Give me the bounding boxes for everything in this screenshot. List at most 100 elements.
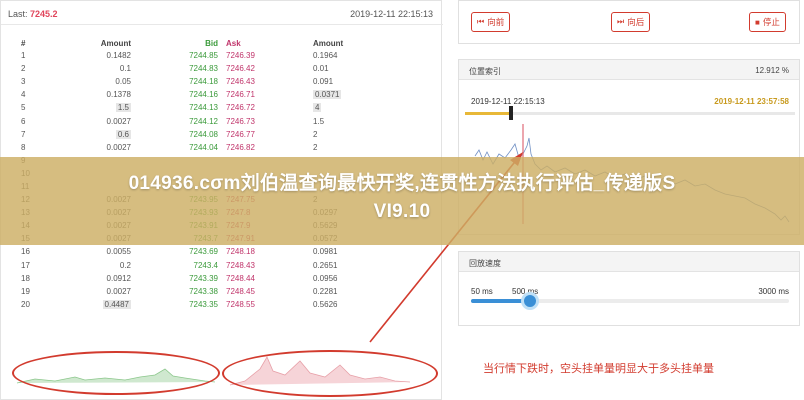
row-index: 4: [11, 88, 41, 101]
bid-amount-value: 0.4487: [102, 299, 131, 309]
stop-button[interactable]: ■ 停止: [749, 12, 786, 32]
bid-amount-value: 0.0027: [106, 142, 131, 152]
ask-amount-value: 0.01: [313, 64, 329, 74]
bid-price: 7244.83: [133, 62, 221, 75]
ask-price: 7248.18: [221, 245, 291, 258]
ask-amount: 0.091: [291, 75, 363, 88]
row-index-value: 19: [21, 286, 30, 296]
bid-price: 7244.16: [133, 88, 221, 101]
orderbook-row: 19 0.0027 7243.38 7248.45 0.2281: [11, 285, 363, 298]
row-index: 19: [11, 285, 41, 298]
ask-price-value: 7248.45: [226, 286, 255, 296]
position-handle[interactable]: [509, 106, 513, 120]
ask-amount: 0.2281: [291, 285, 363, 298]
ask-price: 7246.73: [221, 114, 291, 127]
bid-price-value: 7243.38: [189, 286, 218, 296]
prev-button[interactable]: ⏮ 向前: [471, 12, 511, 32]
ask-amount-value: 0.0981: [313, 247, 338, 257]
annotation-caption: 当行情下跌时，空头挂单量明显大于多头挂单量: [483, 363, 714, 375]
orderbook-header-row: # Amount Bid Ask Amount: [11, 37, 363, 49]
row-index: 20: [11, 298, 41, 311]
app-root: Last: 7245.2 2019-12-11 22:15:13 # Amoun…: [0, 0, 804, 400]
ask-price-value: 7248.44: [226, 273, 255, 283]
col-bid-amount: Amount: [100, 38, 131, 48]
bid-amount-value: 0.0055: [106, 247, 131, 257]
ask-amount: 0.01: [291, 62, 363, 75]
col-ask-amount: Amount: [313, 38, 344, 48]
orderbook-row: 20 0.4487 7243.35 7248.55 0.5626: [11, 298, 363, 311]
ask-amount: 0.0956: [291, 272, 363, 285]
ask-amount-value: 2: [313, 129, 318, 139]
orderbook-row: 1 0.1482 7244.85 7246.39 0.1964: [11, 49, 363, 62]
bid-amount: 0.0027: [41, 141, 133, 154]
bid-amount-value: 0.2: [119, 260, 131, 270]
ask-price-value: 7246.39: [226, 51, 255, 61]
skip-forward-icon: ⏭: [617, 17, 625, 26]
ask-price-value: 7246.82: [226, 142, 255, 152]
ask-price-value: 7246.43: [226, 77, 255, 87]
orderbook-row: 18 0.0912 7243.39 7248.44 0.0956: [11, 272, 363, 285]
bid-price: 7244.18: [133, 75, 221, 88]
banner-line-1: 014936.cσm刘伯温查询最快开奖,连贯性方法执行评估_传递版S: [128, 173, 676, 194]
orderbook-row: 3 0.05 7244.18 7246.43 0.091: [11, 75, 363, 88]
ask-price: 7246.72: [221, 101, 291, 114]
ask-price: 7248.55: [221, 298, 291, 311]
bid-price: 7243.69: [133, 245, 221, 258]
row-index-value: 7: [21, 129, 26, 139]
row-index-value: 3: [21, 77, 26, 87]
ask-price-value: 7246.72: [226, 103, 255, 113]
stop-icon: ■: [755, 17, 760, 27]
bid-amount-value: 0.1: [119, 64, 131, 74]
row-index: 16: [11, 245, 41, 258]
row-index-value: 17: [21, 260, 30, 270]
ask-amount: 4: [291, 101, 363, 114]
bid-amount: 0.2: [41, 259, 133, 272]
ask-price-value: 7248.43: [226, 260, 255, 270]
next-button[interactable]: ⏭ 向后: [611, 12, 651, 32]
bid-amount-value: 0.1482: [106, 51, 131, 61]
row-index: 6: [11, 114, 41, 127]
col-index: #: [21, 38, 26, 48]
ask-amount-value: 2: [313, 142, 318, 152]
ask-price: 7246.82: [221, 141, 291, 154]
orderbook-row: 17 0.2 7243.4 7248.43 0.2651: [11, 259, 363, 272]
bid-price-value: 7244.12: [189, 116, 218, 126]
bid-price: 7243.35: [133, 298, 221, 311]
ask-amount: 0.1964: [291, 49, 363, 62]
bid-price: 7243.39: [133, 272, 221, 285]
bid-price-value: 7243.39: [189, 273, 218, 283]
bid-amount-value: 0.0027: [106, 286, 131, 296]
row-index: 18: [11, 272, 41, 285]
row-index-value: 8: [21, 142, 26, 152]
ask-amount: 0.0371: [291, 88, 363, 101]
ask-amount-value: 0.091: [313, 77, 334, 87]
bid-price: 7243.4: [133, 259, 221, 272]
ask-price: 7248.45: [221, 285, 291, 298]
row-index-value: 5: [21, 103, 26, 113]
row-index: 1: [11, 49, 41, 62]
ask-price-value: 7248.18: [226, 247, 255, 257]
orderbook-row: 7 0.6 7244.08 7246.77 2: [11, 128, 363, 141]
stop-label: 停止: [762, 17, 780, 27]
ask-amount-value: 1.5: [313, 116, 325, 126]
ask-amount: 2: [291, 128, 363, 141]
bid-amount-value: 0.1378: [106, 90, 131, 100]
bid-price-value: 7243.4: [193, 260, 218, 270]
bid-price-value: 7244.83: [189, 64, 218, 74]
ask-amount-value: 0.0956: [313, 273, 338, 283]
ask-amount: 0.2651: [291, 259, 363, 272]
ask-amount-value: 0.2281: [313, 286, 338, 296]
bid-amount: 0.05: [41, 75, 133, 88]
row-index: 3: [11, 75, 41, 88]
position-start-time: 2019-12-11 22:15:13: [471, 97, 545, 106]
ask-price: 7246.39: [221, 49, 291, 62]
ask-highlight-circle: [222, 350, 438, 397]
bid-price-value: 7243.35: [189, 299, 218, 309]
ask-price-value: 7246.42: [226, 64, 255, 74]
position-percent: 12.912 %: [755, 66, 789, 75]
bid-price-value: 7244.13: [189, 103, 218, 113]
position-track-fill: [465, 112, 509, 115]
ask-amount-value: 0.2651: [313, 260, 338, 270]
position-track[interactable]: [465, 106, 795, 120]
orderbook-row: 4 0.1378 7244.16 7246.71 0.0371: [11, 88, 363, 101]
